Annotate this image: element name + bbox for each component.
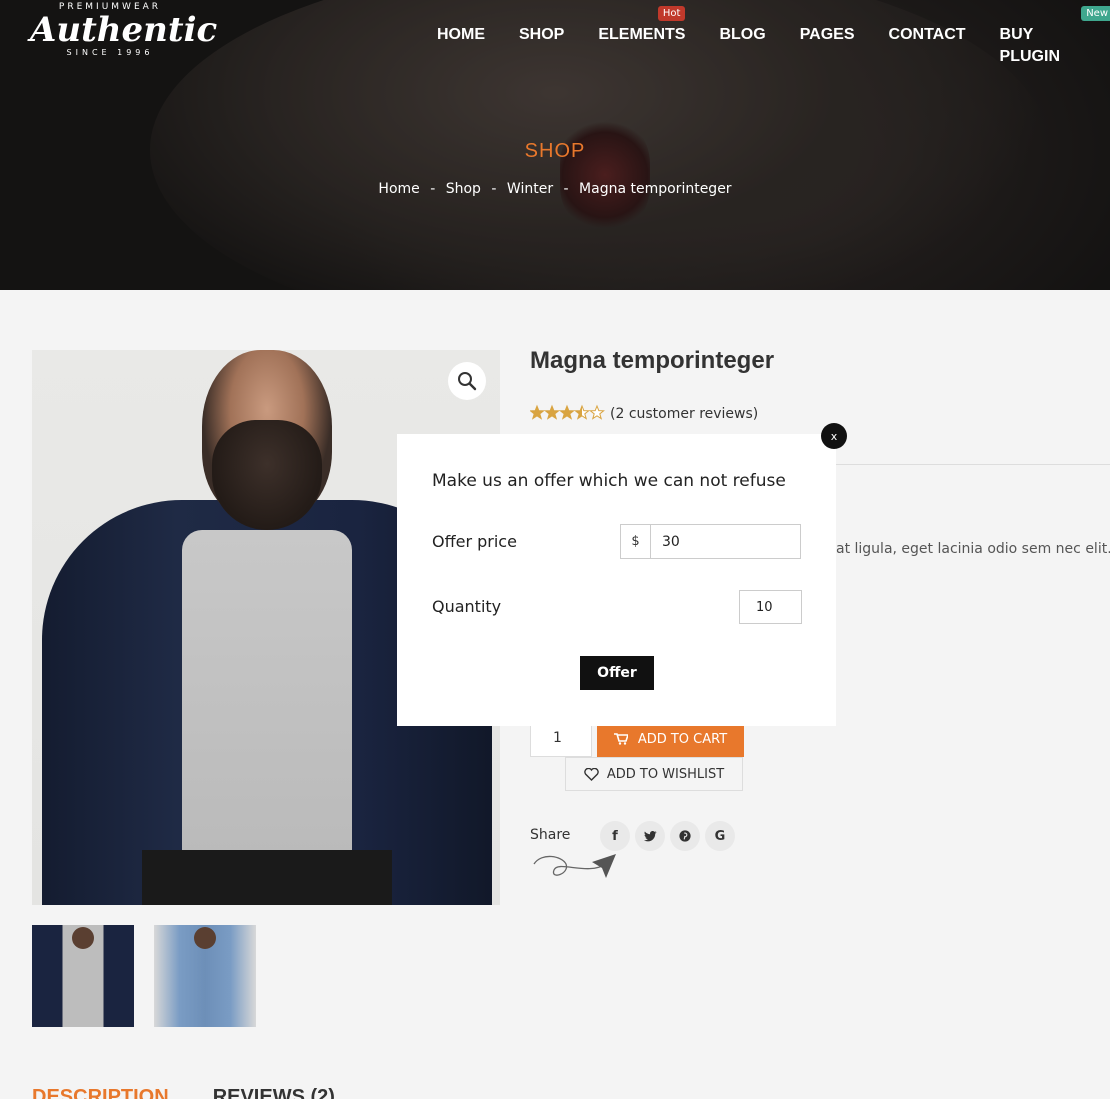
share-label: Share — [530, 827, 571, 843]
product-short-description: at ligula, eget lacinia odio sem nec eli… — [836, 541, 1110, 557]
nav-label: SHOP — [519, 26, 565, 43]
hot-badge: Hot — [657, 6, 686, 21]
nav-item-buy-plugin[interactable]: BUY PLUGIN New — [1000, 6, 1110, 65]
modal-close-button[interactable]: x — [821, 423, 847, 449]
tab-description[interactable]: DESCRIPTION — [32, 1086, 169, 1099]
offer-submit-button[interactable]: Offer — [580, 656, 654, 690]
nav-label: BUY PLUGIN — [999, 26, 1060, 65]
summary-divider — [836, 464, 1110, 465]
model-beard — [212, 420, 322, 530]
offer-quantity-value: 10 — [756, 599, 773, 615]
new-badge: New — [1081, 6, 1110, 21]
thumbnail-head — [194, 927, 216, 949]
currency-symbol: $ — [620, 524, 651, 559]
breadcrumb-shop[interactable]: Shop — [446, 181, 481, 197]
add-to-cart-button[interactable]: ADD TO CART — [597, 721, 744, 757]
heart-icon — [584, 767, 599, 781]
logo-wordmark: Authentic — [30, 10, 218, 50]
customer-reviews-link[interactable]: (2 customer reviews) — [610, 406, 758, 422]
share-arrow-doodle — [533, 854, 616, 878]
breadcrumb-separator: - — [563, 181, 569, 197]
product-thumbnail-blue[interactable] — [154, 925, 256, 1027]
tab-reviews[interactable]: REVIEWS (2) — [213, 1086, 335, 1099]
breadcrumb-home[interactable]: Home — [378, 181, 419, 197]
product-tshirt — [182, 530, 352, 905]
star-icon — [529, 404, 545, 420]
nav-label: CONTACT — [888, 26, 966, 43]
offer-quantity-input[interactable]: 10 — [739, 590, 802, 624]
product-title: Magna temporinteger — [530, 347, 775, 374]
modal-heading: Make us an offer which we can not refuse — [432, 471, 786, 491]
star-icon — [544, 404, 560, 420]
nav-item-shop[interactable]: SHOP — [519, 24, 564, 46]
cart-icon — [613, 733, 628, 745]
offer-price-input[interactable]: 30 — [650, 524, 801, 559]
offer-quantity-label: Quantity — [432, 597, 502, 616]
offer-price-value: 30 — [662, 533, 680, 550]
quantity-input[interactable]: 1 — [530, 721, 592, 757]
facebook-icon[interactable]: f — [600, 821, 630, 851]
star-rating — [529, 404, 606, 424]
nav-item-contact[interactable]: CONTACT — [889, 24, 966, 46]
nav-label: PAGES — [799, 26, 855, 43]
breadcrumb-current: Magna temporinteger — [579, 181, 732, 197]
nav-item-home[interactable]: HOME — [437, 24, 485, 46]
breadcrumb-separator: - — [491, 181, 497, 197]
wishlist-label: ADD TO WISHLIST — [606, 766, 725, 782]
star-icon — [574, 404, 590, 420]
add-to-cart-label: ADD TO CART — [637, 731, 728, 747]
site-logo[interactable]: PREMIUMWEAR Authentic SINCE 1996 — [30, 2, 218, 72]
google-icon[interactable]: G — [705, 821, 735, 851]
nav-item-elements[interactable]: ELEMENTS Hot — [598, 6, 686, 46]
page-title: SHOP — [524, 140, 586, 162]
star-icon — [589, 404, 605, 420]
nav-item-pages[interactable]: PAGES — [800, 24, 855, 46]
offer-price-label: Offer price — [432, 532, 517, 551]
zoom-icon[interactable] — [448, 362, 486, 400]
pinterest-icon[interactable] — [670, 821, 700, 851]
add-to-wishlist-button[interactable]: ADD TO WISHLIST — [565, 757, 743, 791]
product-pants — [142, 850, 392, 905]
nav-label: BLOG — [719, 26, 766, 43]
product-tabs: DESCRIPTION REVIEWS (2) — [32, 1086, 335, 1099]
star-icon — [559, 404, 575, 420]
breadcrumb-separator: - — [430, 181, 436, 197]
nav-item-blog[interactable]: BLOG — [719, 24, 765, 46]
main-nav: HOME SHOP ELEMENTS Hot BLOG PAGES CONTACT… — [420, 6, 1110, 65]
nav-label: ELEMENTS — [598, 26, 686, 43]
thumbnail-head — [72, 927, 94, 949]
nav-label: HOME — [437, 26, 485, 43]
breadcrumb: Home - Shop - Winter - Magna temporinteg… — [0, 181, 1110, 197]
twitter-icon[interactable] — [635, 821, 665, 851]
product-thumbnail-navy[interactable] — [32, 925, 134, 1027]
breadcrumb-winter[interactable]: Winter — [507, 181, 553, 197]
